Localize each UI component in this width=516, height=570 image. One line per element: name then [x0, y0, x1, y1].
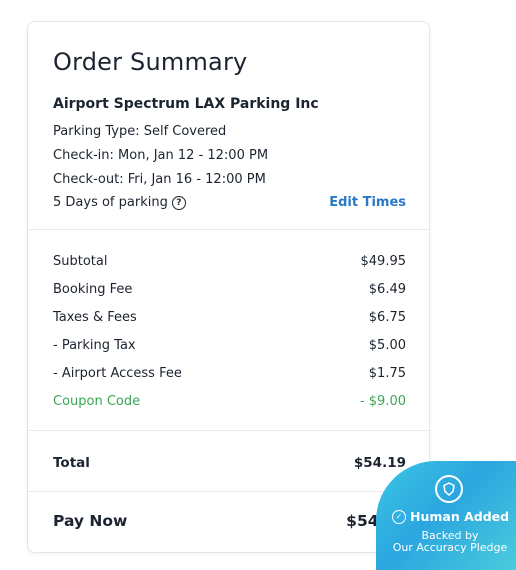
charge-row-parking-tax: - Parking Tax $5.00: [53, 338, 406, 353]
parking-type: Parking Type: Self Covered: [53, 124, 227, 139]
shield-icon: [435, 475, 463, 503]
question-icon[interactable]: ?: [171, 195, 186, 210]
charge-label: Taxes & Fees: [53, 310, 137, 325]
total-value: $54.19: [353, 455, 406, 471]
page-title: Order Summary: [53, 48, 248, 76]
charge-row-booking-fee: Booking Fee $6.49: [53, 282, 406, 297]
total-label: Total: [53, 455, 90, 471]
badge-title-row: ✓ Human Added: [392, 509, 509, 524]
days-label: 5 Days of parking: [53, 195, 168, 210]
charge-value: $6.49: [368, 282, 406, 297]
total-row: Total $54.19: [53, 455, 406, 471]
pay-now-label[interactable]: Pay Now: [53, 512, 127, 530]
charge-label: - Parking Tax: [53, 338, 136, 353]
pay-now-row[interactable]: Pay Now $54.19: [53, 512, 406, 530]
coupon-label: Coupon Code: [53, 394, 141, 409]
charge-label: Booking Fee: [53, 282, 133, 297]
check-in: Check-in: Mon, Jan 12 - 12:00 PM: [53, 148, 269, 163]
charge-value: $6.75: [368, 310, 406, 325]
order-summary-card: Order Summary Airport Spectrum LAX Parki…: [27, 21, 430, 553]
days-of-parking: 5 Days of parking ?: [53, 195, 186, 210]
divider: [28, 229, 429, 230]
charge-label: - Airport Access Fee: [53, 366, 182, 381]
charge-label: Subtotal: [53, 254, 108, 269]
charge-row-taxes: Taxes & Fees $6.75: [53, 310, 406, 325]
charge-value: $49.95: [360, 254, 407, 269]
charge-row-coupon: Coupon Code - $9.00: [53, 394, 406, 409]
charge-row-airport-fee: - Airport Access Fee $1.75: [53, 366, 406, 381]
facility-name: Airport Spectrum LAX Parking Inc: [53, 96, 319, 112]
badge-title: Human Added: [410, 509, 510, 524]
charge-value: $5.00: [368, 338, 406, 353]
charge-row-subtotal: Subtotal $49.95: [53, 254, 406, 269]
check-out: Check-out: Fri, Jan 16 - 12:00 PM: [53, 172, 266, 187]
edit-times-link[interactable]: Edit Times: [329, 195, 406, 210]
badge-pledge: Our Accuracy Pledge: [392, 541, 508, 554]
divider: [28, 430, 429, 431]
accuracy-pledge-badge[interactable]: ✓ Human Added Backed by Our Accuracy Ple…: [376, 461, 516, 570]
divider: [28, 491, 429, 492]
check-icon: ✓: [392, 509, 406, 524]
coupon-value: - $9.00: [359, 394, 406, 409]
charge-value: $1.75: [368, 366, 406, 381]
